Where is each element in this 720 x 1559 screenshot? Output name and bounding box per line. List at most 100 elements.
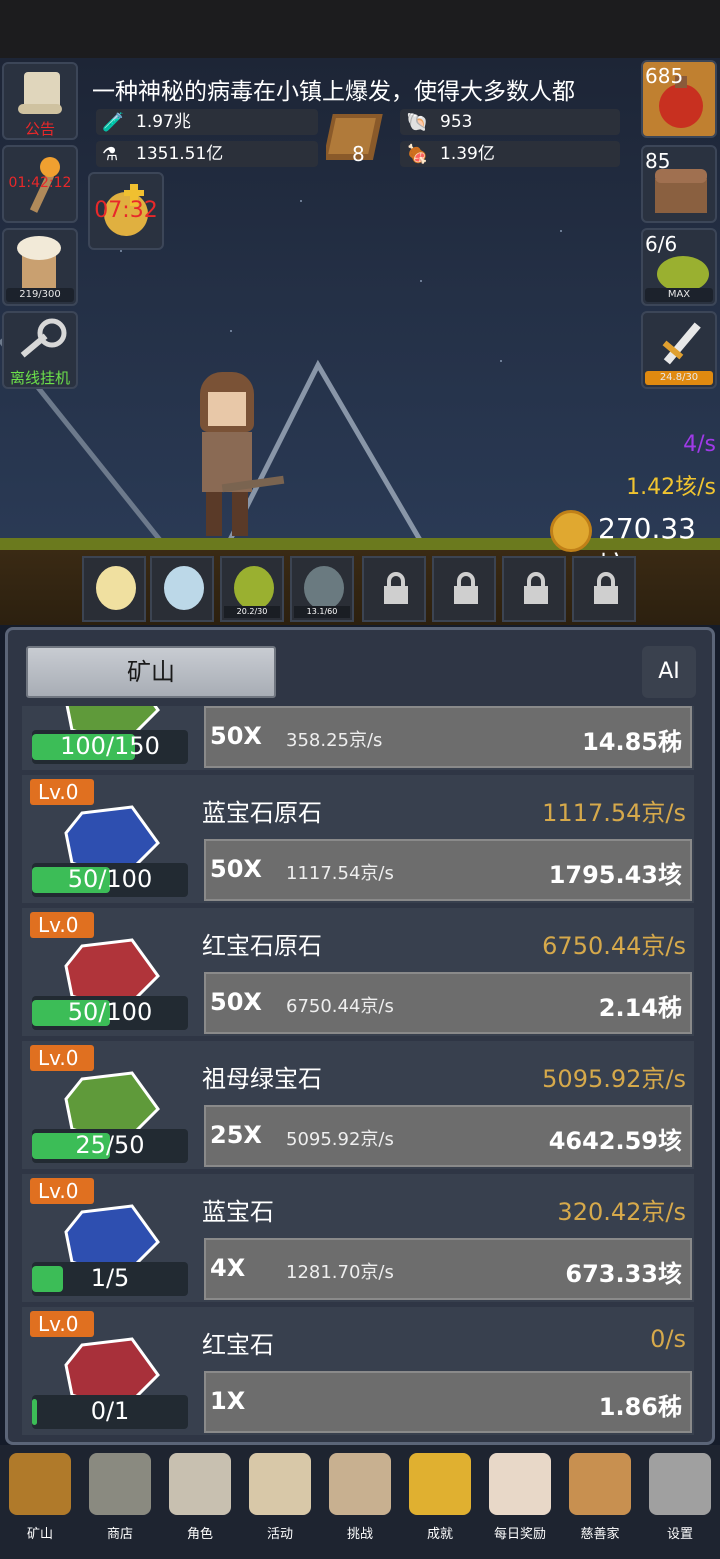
offline-button[interactable]: 离线挂机 <box>2 311 78 389</box>
lock-icon <box>384 572 408 604</box>
gem-name: 蓝宝石 <box>202 1198 274 1226</box>
progress-text: 50/100 <box>67 998 153 1026</box>
slot-zombie[interactable]: 13.1/60 <box>290 556 354 622</box>
sword-icon <box>662 322 701 365</box>
nav-item-5[interactable]: 成就 <box>400 1449 480 1549</box>
food-button[interactable]: 219/300 <box>2 228 78 306</box>
sword-progress: 24.8/30 <box>645 371 713 385</box>
nav-icon <box>89 1453 151 1515</box>
nav-item-7[interactable]: 慈善家 <box>560 1449 640 1549</box>
buy-rate: 358.25京/s <box>286 730 383 751</box>
bag-timer: 07:32 <box>94 198 158 223</box>
scroll-icon <box>18 72 62 114</box>
stock-progress: 0/1 <box>32 1395 188 1429</box>
torch-button[interactable]: 01:42:12 <box>2 145 78 223</box>
mine-row[interactable]: 100/150 50X 358.25京/s 14.85秭 <box>22 706 694 770</box>
multiplier: 50X <box>210 722 262 750</box>
game-scene: 公告 01:42:12 219/300 离线挂机 07:32 一种神秘的病毒在小… <box>0 0 720 625</box>
gem-name: 祖母绿宝石 <box>202 1065 322 1093</box>
nav-item-3[interactable]: 活动 <box>240 1449 320 1549</box>
meat-icon: 🍖 <box>406 144 429 165</box>
notice-button[interactable]: 公告 <box>2 62 78 140</box>
nav-icon <box>569 1453 631 1515</box>
level-badge: Lv.0 <box>30 912 94 938</box>
lock-icon <box>594 572 618 604</box>
food-progress: 219/300 <box>6 288 74 302</box>
bottom-nav: 矿山 商店 角色 活动 挑战 成就 每日奖励 慈善家 设置 <box>0 1445 720 1559</box>
gem-name: 蓝宝石原石 <box>202 799 322 827</box>
nav-item-8[interactable]: 设置 <box>640 1449 720 1549</box>
nav-item-2[interactable]: 角色 <box>160 1449 240 1549</box>
slime-button[interactable]: 6/6 MAX <box>641 228 717 306</box>
buy-button[interactable]: 50X 358.25京/s 14.85秭 <box>204 706 692 768</box>
gold-coin-icon <box>550 510 592 552</box>
slot-egg[interactable] <box>150 556 214 622</box>
slot-locked[interactable] <box>432 556 496 622</box>
rate-gold: 1.42垓/s <box>626 475 716 500</box>
nav-label: 设置 <box>666 1527 693 1542</box>
status-bar <box>0 0 720 58</box>
slot-candle[interactable] <box>82 556 146 622</box>
mine-row[interactable]: Lv.0 25/50 祖母绿宝石 5095.92京/s 25X 5095.92京/s 464… <box>22 1041 694 1169</box>
blue-potion-icon: 🧪 <box>102 112 125 133</box>
gem-name: 红宝石 <box>202 1331 274 1359</box>
nav-icon <box>169 1453 231 1515</box>
rate-purple: 4/s <box>683 432 716 457</box>
nav-item-6[interactable]: 每日奖励 <box>480 1449 560 1549</box>
buy-cost: 14.85秭 <box>582 728 682 756</box>
nav-icon <box>409 1453 471 1515</box>
book-count: 8 <box>352 142 365 166</box>
level-badge: Lv.0 <box>30 779 94 805</box>
slot-slime[interactable]: 20.2/30 <box>220 556 284 622</box>
stock-progress: 50/100 <box>32 996 188 1030</box>
slot-locked[interactable] <box>502 556 566 622</box>
mine-row[interactable]: Lv.0 0/1 红宝石 0/s 1X 1.86秭 <box>22 1307 694 1435</box>
torch-timer: 01:42:12 <box>8 175 72 191</box>
tab-mine[interactable]: 矿山 <box>26 646 276 698</box>
buy-button[interactable]: 50X 6750.44京/s 2.14秭 <box>204 972 692 1034</box>
mine-list[interactable]: 100/150 50X 358.25京/s 14.85秭 Lv.0 50/100 蓝宝石原石… <box>22 706 694 1436</box>
slot-locked[interactable] <box>362 556 426 622</box>
mine-panel: 矿山 AI 100/150 50X 358.25京/s 14.85秭 Lv.0 50/10… <box>5 627 715 1445</box>
egg-icon <box>164 566 204 610</box>
nav-label: 慈善家 <box>580 1527 620 1542</box>
level-badge: Lv.0 <box>30 1045 94 1071</box>
key-icon <box>20 318 67 358</box>
mine-row[interactable]: Lv.0 50/100 蓝宝石原石 1117.54京/s 50X 1117.54京/s 17… <box>22 775 694 903</box>
buy-button[interactable]: 1X 1.86秭 <box>204 1371 692 1433</box>
zombie-icon <box>304 566 344 610</box>
chest-button[interactable]: 85 <box>641 145 717 223</box>
potion-count: 685 <box>645 64 684 88</box>
mine-row[interactable]: Lv.0 50/100 红宝石原石 6750.44京/s 50X 6750.44京/s 2.… <box>22 908 694 1036</box>
book-button[interactable]: 8 <box>322 108 392 168</box>
buy-cost: 1795.43垓 <box>548 861 682 889</box>
sword-button[interactable]: 24.8/30 <box>641 311 717 389</box>
nav-item-0[interactable]: 矿山 <box>0 1449 80 1549</box>
buy-cost: 4642.59垓 <box>548 1127 682 1155</box>
stat-value: 1.97兆 <box>136 112 191 132</box>
stat-meat: 🍖 1.39亿 <box>400 141 620 167</box>
buy-button[interactable]: 25X 5095.92京/s 4642.59垓 <box>204 1105 692 1167</box>
nav-label: 活动 <box>266 1527 293 1542</box>
potion-shop-button[interactable]: 685 <box>641 60 717 138</box>
slot-locked[interactable] <box>572 556 636 622</box>
slot-progress: 20.2/30 <box>224 606 280 618</box>
buy-button[interactable]: 50X 1117.54京/s 1795.43垓 <box>204 839 692 901</box>
multiplier: 4X <box>210 1254 246 1282</box>
buy-button[interactable]: 4X 1281.70京/s 673.33垓 <box>204 1238 692 1300</box>
nav-item-1[interactable]: 商店 <box>80 1449 160 1549</box>
progress-text: 1/5 <box>90 1264 130 1292</box>
nav-item-4[interactable]: 挑战 <box>320 1449 400 1549</box>
stock-progress: 50/100 <box>32 863 188 897</box>
mine-row[interactable]: Lv.0 1/5 蓝宝石 320.42京/s 4X 1281.70京/s 673.33垓 <box>22 1174 694 1302</box>
mountains <box>0 338 423 540</box>
buy-rate: 5095.92京/s <box>286 1129 394 1150</box>
progress-text: 25/50 <box>75 1131 145 1159</box>
ai-button[interactable]: AI <box>642 646 696 698</box>
multiplier: 1X <box>210 1387 246 1415</box>
bag-button[interactable]: 07:32 <box>88 172 164 250</box>
slime-icon <box>234 566 274 610</box>
nav-label: 角色 <box>186 1527 213 1542</box>
stat-potion-yellow: ⚗ 1351.51亿 <box>96 141 318 167</box>
gem-rate: 320.42京/s <box>557 1198 686 1226</box>
